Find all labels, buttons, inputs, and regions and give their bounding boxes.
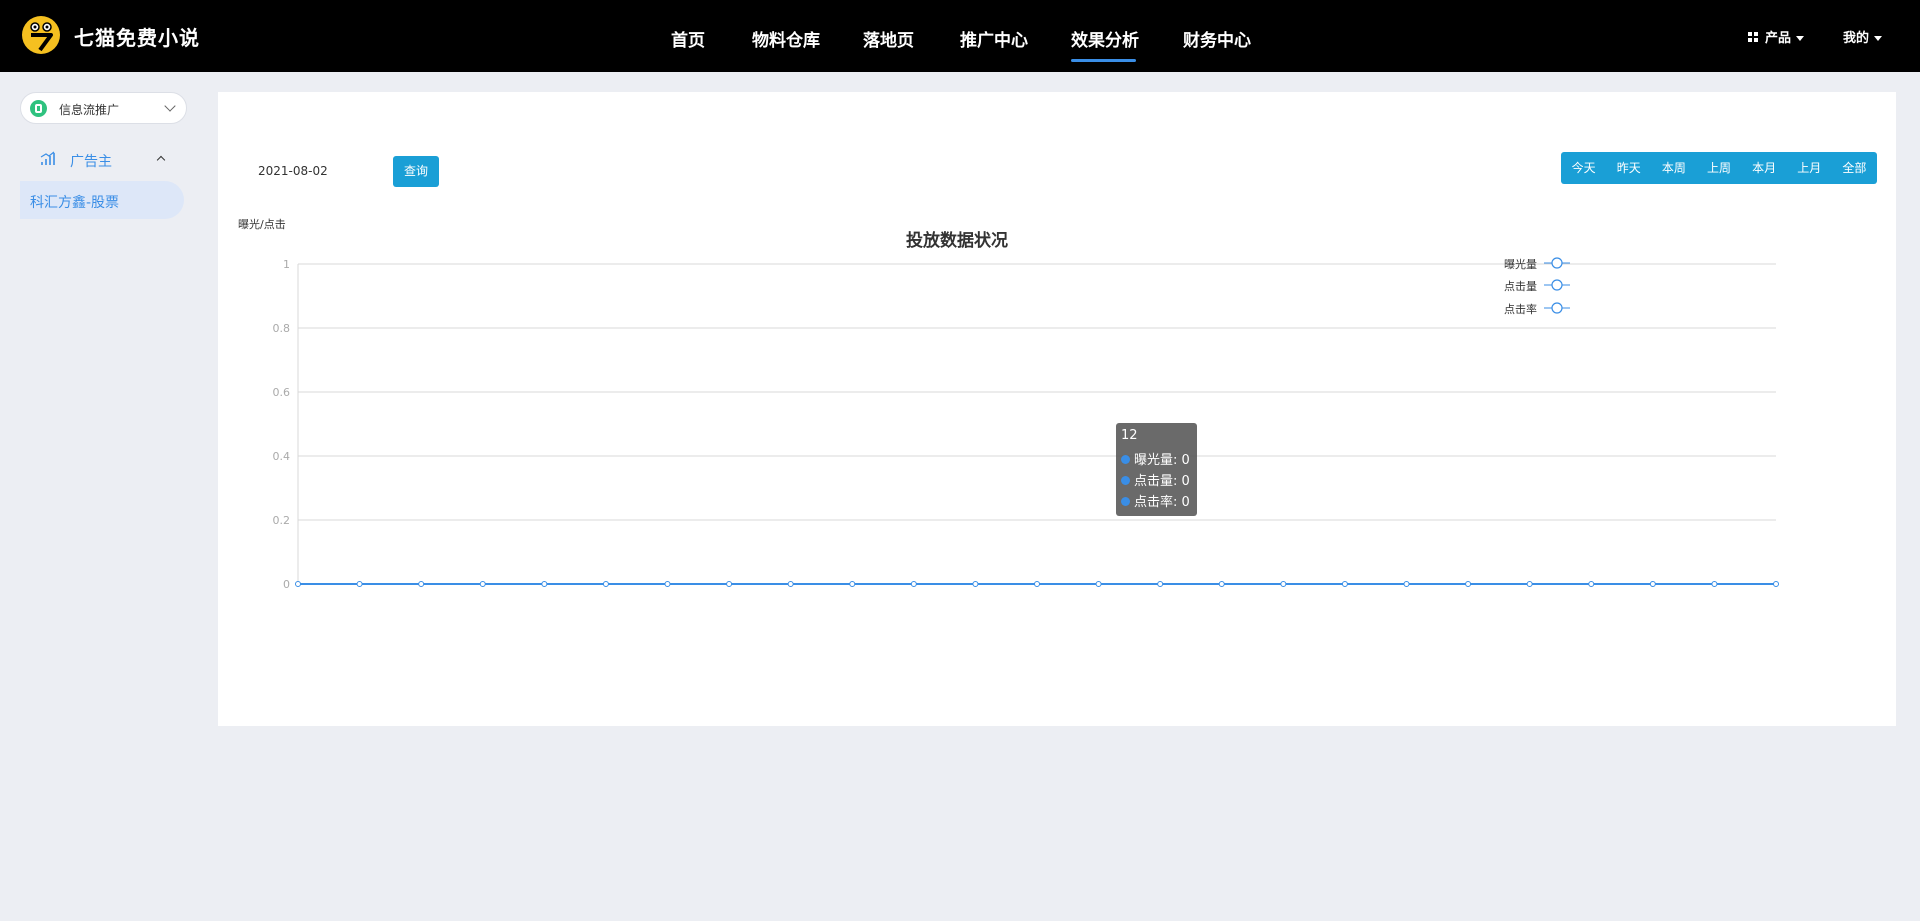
main-panel: 2021-08-02 查询 今天 昨天 本周 上周 本月 上月 全部 曝光/点击… [218, 92, 1896, 726]
legend-item-ctr[interactable]: 点击率 [1504, 301, 1537, 317]
data-point [1034, 581, 1040, 587]
data-point [664, 581, 671, 587]
data-point [1341, 581, 1348, 587]
legend-item-clicks[interactable]: 点击量 [1504, 278, 1537, 294]
qimao-logo-icon[interactable] [22, 16, 60, 54]
data-point [1403, 581, 1410, 587]
tooltip-row-text: 点击量: 0 [1134, 474, 1190, 489]
legend-line-marker-icon [1544, 279, 1570, 291]
sidebar-item-advertiser-account[interactable]: 科汇方鑫-股票 [20, 181, 184, 219]
data-point [1649, 581, 1656, 587]
y-tick-label: 0.2 [273, 514, 291, 527]
caret-down-icon [1796, 36, 1805, 41]
data-point [910, 581, 917, 587]
y-tick-label: 1 [283, 258, 290, 271]
y-tick-label: 0.4 [273, 450, 291, 463]
data-point [295, 581, 301, 587]
data-point [479, 581, 486, 587]
series-dot-icon [1121, 455, 1130, 464]
legend-item-impressions[interactable]: 曝光量 [1504, 256, 1537, 272]
y-tick-label: 0 [283, 578, 290, 591]
nav-landing-page[interactable]: 落地页 [863, 26, 914, 51]
data-point [787, 581, 794, 587]
data-point [1526, 581, 1533, 587]
data-point [541, 581, 548, 587]
promotion-type-select[interactable]: 信息流推广 [20, 92, 187, 124]
series-dot-icon [1121, 497, 1130, 506]
mine-menu-label: 我的 [1843, 31, 1870, 46]
data-point [726, 581, 733, 587]
series-dot-icon [1121, 476, 1130, 485]
active-nav-indicator [1071, 59, 1136, 62]
data-point [1280, 581, 1287, 587]
data-point [1095, 581, 1102, 587]
tooltip-title: 12 [1121, 428, 1138, 443]
tooltip-row: 曝光量: 0 [1121, 449, 1190, 468]
line-chart: 1 0.8 0.6 0.4 0.2 0 [273, 258, 1779, 591]
data-point [1711, 581, 1718, 587]
apps-grid-icon [1748, 32, 1759, 43]
data-point [418, 581, 425, 587]
data-point [1218, 581, 1225, 587]
data-point [1588, 581, 1595, 587]
legend-line-marker-icon [1544, 257, 1570, 269]
chevron-up-icon [156, 155, 166, 165]
chevron-down-icon [164, 100, 176, 112]
product-menu[interactable]: 产品 [1748, 27, 1805, 46]
brand-name: 七猫免费小说 [74, 26, 200, 50]
tooltip-row-text: 曝光量: 0 [1134, 453, 1190, 468]
chart-tooltip: 12 曝光量: 0 点击量: 0 点击率: 0 [1116, 423, 1197, 516]
nav-effect-analysis[interactable]: 效果分析 [1071, 26, 1139, 51]
sidebar-group-advertiser[interactable]: 广告主 [20, 146, 180, 174]
signal-chart-icon [40, 151, 55, 165]
data-point [602, 581, 609, 587]
y-tick-label: 0.8 [273, 322, 291, 335]
tooltip-row: 点击率: 0 [1121, 491, 1190, 510]
nav-materials[interactable]: 物料仓库 [752, 26, 820, 51]
data-point [972, 581, 979, 587]
data-point [849, 581, 856, 587]
product-menu-label: 产品 [1765, 31, 1792, 46]
top-header: 七猫免费小说 首页 物料仓库 落地页 推广中心 效果分析 财务中心 产品 我的 [0, 0, 1920, 72]
caret-down-icon [1874, 36, 1883, 41]
data-point [1773, 581, 1779, 587]
y-tick-label: 0.6 [273, 386, 291, 399]
android-icon [30, 100, 47, 117]
tooltip-row: 点击量: 0 [1121, 470, 1190, 489]
legend-line-marker-icon [1544, 302, 1570, 314]
tooltip-row-text: 点击率: 0 [1134, 495, 1190, 510]
nav-home[interactable]: 首页 [671, 26, 705, 51]
data-point [1157, 581, 1164, 587]
data-point [356, 581, 363, 587]
data-point [1465, 581, 1472, 587]
sidebar-item-label: 科汇方鑫-股票 [30, 195, 120, 211]
nav-promotion-center[interactable]: 推广中心 [960, 26, 1028, 51]
promotion-type-value: 信息流推广 [59, 103, 120, 117]
nav-finance-center[interactable]: 财务中心 [1183, 26, 1251, 51]
sidebar-group-label: 广告主 [70, 154, 112, 170]
mine-menu[interactable]: 我的 [1843, 27, 1883, 46]
